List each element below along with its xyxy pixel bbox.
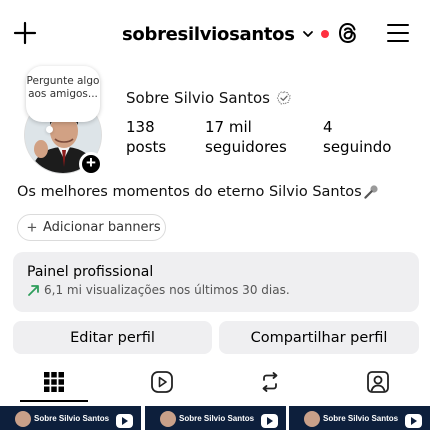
stat-following[interactable]: 4 seguindo (323, 118, 391, 158)
dashboard-subtitle: 6,1 mi visualizações nos últimos 30 dias… (44, 283, 290, 297)
professional-dashboard[interactable]: Painel profissional 6,1 mi visualizações… (13, 252, 419, 312)
stat-posts[interactable]: 138 posts (126, 118, 166, 158)
bio: Os melhores momentos do eterno Silvio Sa… (17, 184, 379, 200)
tagged-icon (366, 371, 389, 393)
post-grid: Sobre Silvio Santos Sobre Silvio Santos … (0, 406, 430, 430)
post-thumbnail[interactable]: Sobre Silvio Santos (289, 406, 430, 430)
add-banners-label: Adicionar banners (42, 220, 161, 235)
thumbnail-avatar (304, 411, 320, 427)
add-banners-button[interactable]: + Adicionar banners (17, 214, 166, 241)
thumbnail-caption: Sobre Silvio Santos (323, 414, 399, 423)
verified-icon (276, 90, 291, 105)
profile-name-row: Sobre Silvio Santos (126, 89, 292, 107)
profile-tabs (0, 362, 430, 402)
tab-reels[interactable] (108, 362, 215, 402)
username: sobresilviosantos (122, 23, 295, 45)
menu-icon[interactable] (386, 22, 410, 44)
play-icon (261, 414, 278, 428)
note-tail (46, 126, 53, 133)
profile-name: Sobre Silvio Santos (126, 89, 270, 107)
post-thumbnail[interactable]: Sobre Silvio Santos (145, 406, 286, 430)
microphone-icon (364, 185, 378, 199)
reposts-icon (262, 372, 277, 392)
play-icon (116, 414, 133, 428)
plus-icon[interactable] (12, 20, 38, 46)
account-switcher[interactable]: sobresilviosantos (122, 22, 329, 46)
tab-grid[interactable] (0, 362, 107, 402)
reels-icon (150, 371, 173, 393)
share-profile-button[interactable]: Compartilhar perfil (219, 321, 419, 354)
note-bubble[interactable]: Pergunte algo aos amigos... (26, 66, 100, 122)
notification-dot (320, 30, 329, 38)
threads-icon[interactable] (335, 20, 361, 46)
edit-profile-button[interactable]: Editar perfil (13, 321, 212, 354)
play-icon (405, 414, 422, 428)
add-story-button[interactable]: + (79, 152, 103, 176)
dashboard-title: Painel profissional (27, 264, 154, 280)
top-bar: sobresilviosantos (0, 0, 430, 68)
thumbnail-caption: Sobre Silvio Santos (34, 414, 110, 423)
stat-followers[interactable]: 17 mil seguidores (205, 118, 287, 158)
tab-tagged[interactable] (324, 362, 430, 402)
grid-icon (43, 372, 64, 392)
post-thumbnail[interactable]: Sobre Silvio Santos (0, 406, 141, 430)
thumbnail-avatar (15, 411, 31, 427)
thumbnail-avatar (160, 411, 176, 427)
dashboard-subtitle-row: 6,1 mi visualizações nos últimos 30 dias… (27, 283, 405, 297)
active-tab-indicator (20, 400, 88, 402)
bio-text: Os melhores momentos do eterno Silvio Sa… (17, 184, 362, 200)
plus-icon: + (27, 218, 37, 237)
thumbnail-caption: Sobre Silvio Santos (179, 414, 255, 423)
trend-up-arrow-icon (28, 284, 39, 296)
chevron-down-icon (302, 31, 313, 37)
tab-reposts[interactable] (216, 362, 323, 402)
